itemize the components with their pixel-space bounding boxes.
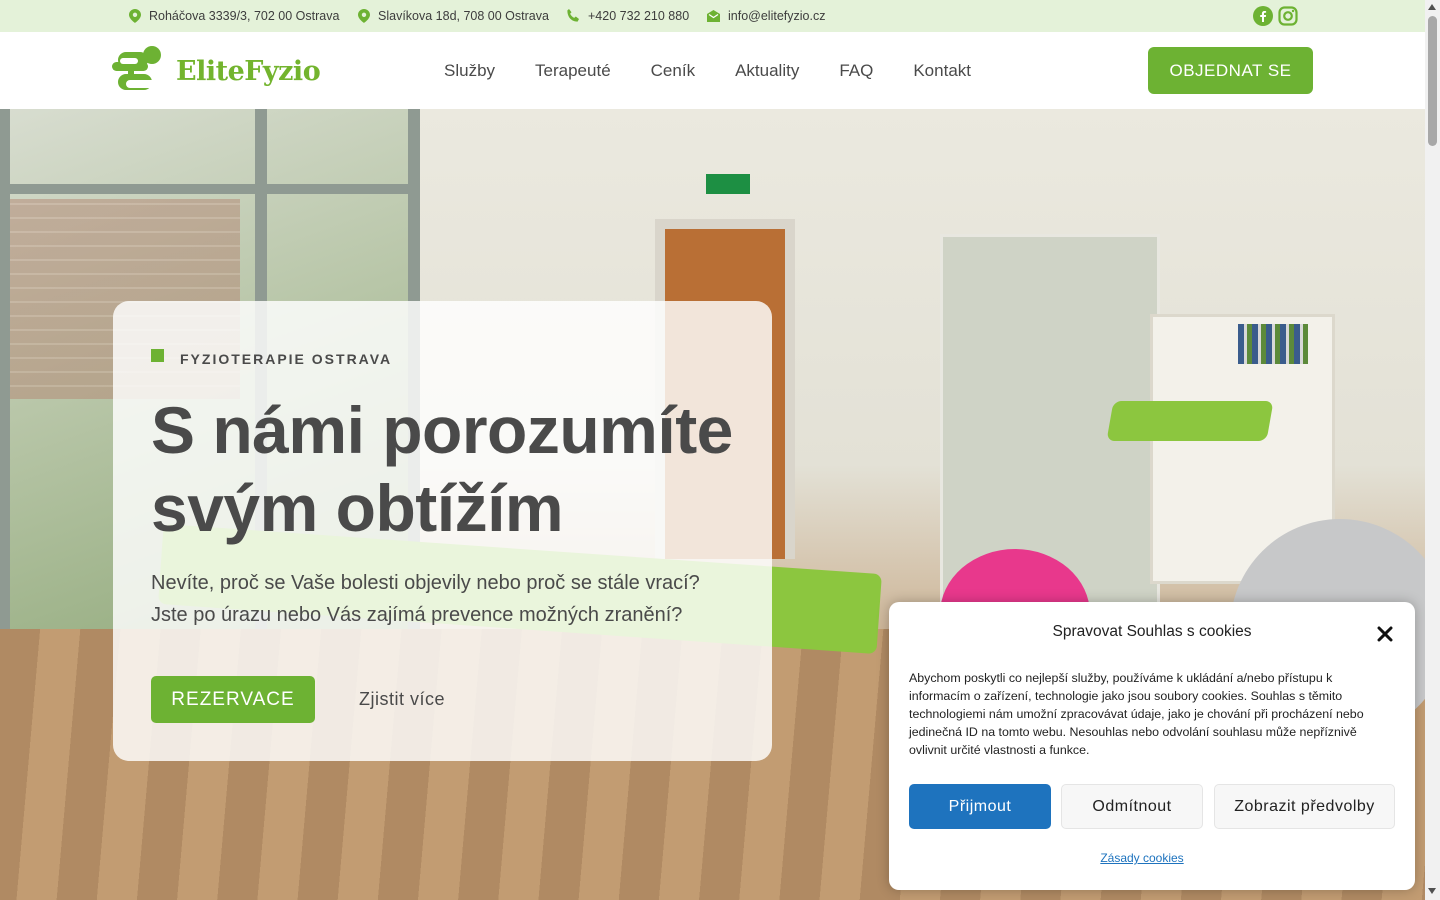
nav-item-sluzby[interactable]: Služby <box>444 61 495 81</box>
hero-title-line-2: svým obtížím <box>151 471 564 545</box>
hero-title: S námi porozumíte svým obtížím <box>151 391 751 547</box>
hero-eyebrow-text: FYZIOTERAPIE OSTRAVA <box>180 351 393 367</box>
phone-icon <box>567 9 579 22</box>
accept-button[interactable]: Přijmout <box>909 784 1051 829</box>
preferences-button[interactable]: Zobrazit předvolby <box>1214 784 1395 829</box>
cookie-policy-link[interactable]: Zásady cookies <box>889 851 1395 865</box>
page-scrollbar[interactable] <box>1425 0 1440 900</box>
map-pin-icon <box>129 9 141 23</box>
deny-button[interactable]: Odmítnout <box>1061 784 1203 829</box>
nav-item-cenik[interactable]: Ceník <box>651 61 695 81</box>
learn-more-button[interactable]: Zjistit více <box>359 676 445 723</box>
instagram-icon[interactable] <box>1278 6 1298 26</box>
nav-item-terapeute[interactable]: Terapeuté <box>535 61 611 81</box>
email-text: info@elitefyzio.cz <box>728 9 826 23</box>
close-icon[interactable] <box>1375 624 1395 644</box>
address-2[interactable]: Slavíkova 18d, 708 00 Ostrava <box>358 0 549 32</box>
nav-item-kontakt[interactable]: Kontakt <box>913 61 971 81</box>
phone-link[interactable]: +420 732 210 880 <box>566 0 689 32</box>
phone-text: +420 732 210 880 <box>588 9 690 23</box>
cookie-text: Abychom poskytli co nejlepší služby, pou… <box>909 671 1364 757</box>
map-pin-icon <box>358 9 370 23</box>
scroll-down-icon[interactable] <box>1428 888 1436 894</box>
nav-item-aktuality[interactable]: Aktuality <box>735 61 799 81</box>
green-square-icon <box>151 348 164 362</box>
nav-item-faq[interactable]: FAQ <box>839 61 873 81</box>
facebook-icon[interactable] <box>1253 6 1273 26</box>
scrollbar-thumb[interactable] <box>1428 16 1437 146</box>
reservation-button[interactable]: REZERVACE <box>151 676 315 723</box>
order-button[interactable]: OBJEDNAT SE <box>1148 47 1313 94</box>
address-2-text: Slavíkova 18d, 708 00 Ostrava <box>378 9 549 23</box>
address-1[interactable]: Roháčova 3339/3, 702 00 Ostrava <box>129 0 339 32</box>
scroll-up-icon[interactable] <box>1428 4 1436 10</box>
site-header: EliteFyzio Služby Terapeuté Ceník Aktual… <box>0 32 1425 109</box>
address-1-text: Roháčova 3339/3, 702 00 Ostrava <box>149 9 340 23</box>
cookie-consent-dialog: Spravovat Souhlas s cookies Abychom posk… <box>889 602 1415 890</box>
envelope-icon <box>707 10 720 22</box>
email-link[interactable]: info@elitefyzio.cz <box>707 0 825 32</box>
hero-lead: Nevíte, proč se Vaše bolesti objevily ne… <box>151 572 700 626</box>
logo-mark-icon <box>112 46 161 90</box>
cookie-title: Spravovat Souhlas s cookies <box>1052 623 1252 640</box>
hero-title-line-1: S námi porozumíte <box>151 393 733 467</box>
logo-text: EliteFyzio <box>176 55 321 87</box>
main-nav: Služby Terapeuté Ceník Aktuality FAQ Kon… <box>444 32 1011 109</box>
hero-card: FYZIOTERAPIE OSTRAVA S námi porozumíte s… <box>113 301 772 761</box>
top-info-bar: Roháčova 3339/3, 702 00 Ostrava Slavíkov… <box>0 0 1425 32</box>
hero-eyebrow: FYZIOTERAPIE OSTRAVA <box>151 348 393 367</box>
logo[interactable]: EliteFyzio <box>112 46 321 96</box>
